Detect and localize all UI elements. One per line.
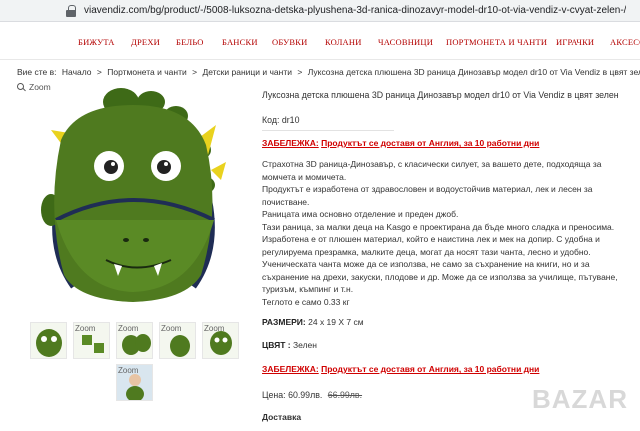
nav-item-accessories[interactable]: АКСЕСО bbox=[610, 37, 640, 47]
product-main-image[interactable] bbox=[16, 80, 249, 312]
nav-item-swimwear[interactable]: БАНСКИ bbox=[222, 37, 258, 47]
description-line: туризъм, къмпинг и т.н. bbox=[262, 284, 354, 294]
description-line: Изработена е от плюшен материал, който е… bbox=[262, 234, 600, 244]
notice-text: Продуктът се доставя от Англия, за 10 ра… bbox=[321, 138, 540, 148]
product-info: Луксозна детска плюшена 3D раница Диноза… bbox=[262, 90, 632, 422]
price-old: 66.99лв. bbox=[327, 390, 363, 400]
description-line: Раницата има основно отделение и преден … bbox=[262, 209, 459, 219]
nav-item-toys[interactable]: ИГРАЧКИ bbox=[556, 37, 594, 47]
thumbnail-4[interactable]: Zoom bbox=[159, 322, 196, 359]
price-current: 60.99лв. bbox=[288, 390, 323, 400]
description-line: Теглото е само 0.33 кг bbox=[262, 296, 350, 307]
thumbnail-6[interactable]: Zoom bbox=[116, 364, 153, 401]
notice-label: ЗАБЕЛЕЖКА: bbox=[262, 138, 319, 148]
thumbnail-zoom-label: Zoom bbox=[75, 324, 96, 333]
thumbnail-2[interactable]: Zoom bbox=[73, 322, 110, 359]
nav-item-shoes[interactable]: ОБУВКИ bbox=[272, 37, 307, 47]
nav-item-watches[interactable]: ЧАСОВНИЦИ bbox=[378, 37, 433, 47]
dinosaur-backpack-image bbox=[41, 88, 226, 302]
product-description: Страхотна 3D раница-Динозавър, с класиче… bbox=[262, 158, 622, 308]
nav-item-clothes[interactable]: ДРЕХИ bbox=[131, 37, 160, 47]
watermark-logo: BAZAR bbox=[532, 384, 628, 414]
description-line: съхранение на дрехи, закуски, плодове и … bbox=[262, 271, 618, 282]
divider bbox=[262, 130, 394, 131]
breadcrumb-current: Луксозна детска плюшена 3D раница Диноза… bbox=[307, 67, 640, 77]
product-code-value: dr10 bbox=[281, 115, 300, 125]
price-label: Цена: bbox=[262, 390, 286, 400]
lock-icon bbox=[66, 4, 76, 17]
nav-item-underwear[interactable]: БЕЛЬО bbox=[176, 37, 204, 47]
sizes-value: 24 х 19 Х 7 см bbox=[308, 317, 364, 327]
thumbnail-zoom-label: Zoom bbox=[161, 324, 182, 333]
nav-item-belts[interactable]: КОЛАНИ bbox=[325, 37, 362, 47]
thumbnail-zoom-label: Zoom bbox=[118, 366, 139, 375]
description-line: почистване. bbox=[262, 196, 310, 207]
notice-label: ЗАБЕЛЕЖКА: bbox=[262, 364, 319, 374]
color-value: Зелен bbox=[293, 340, 317, 350]
url-text[interactable]: viavendiz.com/bg/product/-/5008-luksozna… bbox=[84, 5, 626, 16]
description-line: момчета и момичета. bbox=[262, 171, 347, 182]
thumbnail-image bbox=[36, 329, 62, 357]
breadcrumb-link-home[interactable]: Начало bbox=[62, 67, 92, 77]
thumbnail-3[interactable]: Zoom bbox=[116, 322, 153, 359]
description-line: Продуктът е изработена от здравословен и… bbox=[262, 184, 593, 194]
magnifier-icon bbox=[17, 82, 26, 92]
product-title: Луксозна детска плюшена 3D раница Диноза… bbox=[262, 90, 619, 100]
breadcrumb: Вие сте в: Начало > Портмонета и чанти >… bbox=[17, 67, 640, 77]
product-code-label: Код: bbox=[262, 115, 280, 125]
color-label: ЦВЯТ : bbox=[262, 340, 291, 350]
breadcrumb-link-wallets[interactable]: Портмонета и чанти bbox=[107, 67, 186, 77]
sizes-label: РАЗМЕРИ: bbox=[262, 317, 306, 327]
description-line: Ученическата чанта може да се използва, … bbox=[262, 259, 590, 269]
delivery-notice-2: ЗАБЕЛЕЖКА: Продуктът се доставя от Англи… bbox=[262, 364, 539, 374]
description-line: регулируема презрамка, малките деца, мог… bbox=[262, 246, 591, 257]
delivery-notice: ЗАБЕЛЕЖКА: Продуктът се доставя от Англи… bbox=[262, 138, 539, 148]
breadcrumb-separator: > bbox=[297, 67, 303, 77]
nav-item-jewelry[interactable]: БИЖУТА bbox=[78, 37, 115, 47]
thumbnail-zoom-label: Zoom bbox=[204, 324, 225, 333]
address-bar[interactable]: viavendiz.com/bg/product/-/5008-luksozna… bbox=[0, 0, 640, 22]
breadcrumb-link-kids-bags[interactable]: Детски раници и чанти bbox=[202, 67, 292, 77]
thumbnail-zoom-label: Zoom bbox=[118, 324, 139, 333]
nav-item-wallets-bags[interactable]: ПОРТМОНЕТА И ЧАНТИ bbox=[446, 37, 547, 47]
breadcrumb-prefix: Вие сте в: bbox=[17, 67, 57, 77]
thumbnail-1[interactable] bbox=[30, 322, 67, 359]
delivery-heading: Доставка bbox=[262, 412, 302, 422]
notice-text: Продуктът се доставя от Англия, за 10 ра… bbox=[321, 364, 540, 374]
zoom-button[interactable]: Zoom bbox=[17, 82, 51, 92]
product-price: Цена: 60.99лв. 66.99лв. bbox=[262, 390, 362, 400]
breadcrumb-separator: > bbox=[96, 67, 102, 77]
zoom-label: Zoom bbox=[29, 82, 51, 92]
breadcrumb-separator: > bbox=[192, 67, 198, 77]
product-sizes: РАЗМЕРИ: 24 х 19 Х 7 см bbox=[262, 317, 364, 327]
description-line: Страхотна 3D раница-Динозавър, с класиче… bbox=[262, 159, 602, 169]
description-line: Тази раница, за малки деца на Kasgo е пр… bbox=[262, 221, 615, 232]
product-color: ЦВЯТ : Зелен bbox=[262, 340, 317, 350]
main-nav: БИЖУТА ДРЕХИ БЕЛЬО БАНСКИ ОБУВКИ КОЛАНИ … bbox=[0, 22, 640, 60]
thumbnail-5[interactable]: Zoom bbox=[202, 322, 239, 359]
product-code: Код: dr10 bbox=[262, 115, 299, 125]
